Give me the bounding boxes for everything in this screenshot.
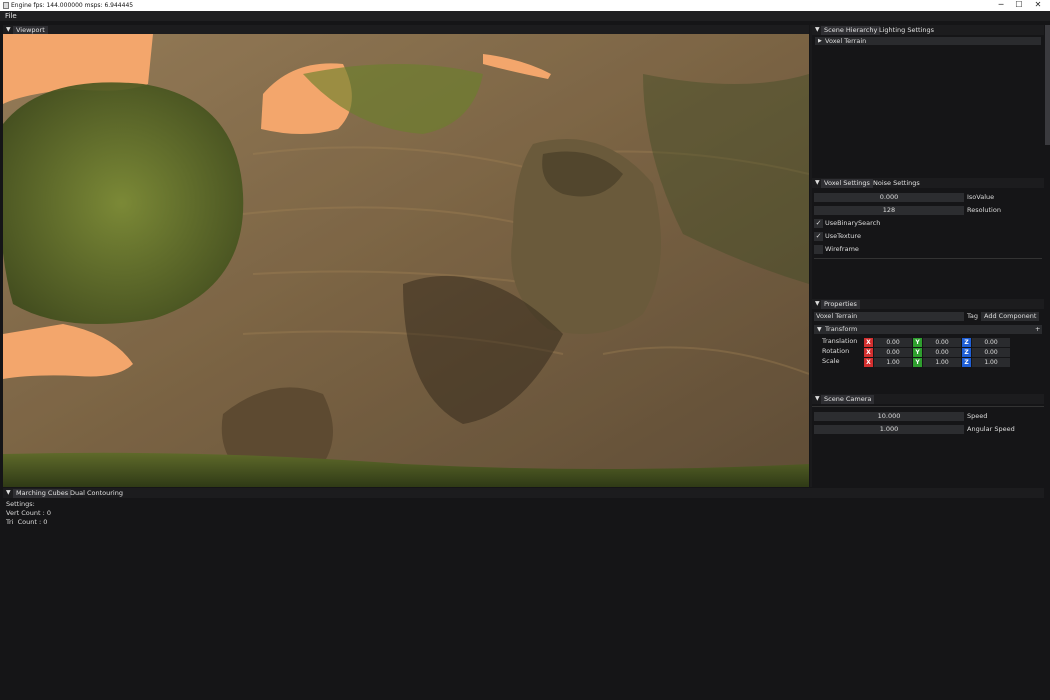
menu-bar: File bbox=[0, 11, 1050, 21]
tri-count-text: Tri Count : 0 bbox=[6, 518, 48, 526]
transform-title: Transform bbox=[825, 325, 858, 333]
hierarchy-item-voxel-terrain[interactable]: ▶ Voxel Terrain bbox=[815, 37, 1041, 45]
scale-x-button[interactable]: X bbox=[864, 358, 873, 367]
rotation-x-button[interactable]: X bbox=[864, 348, 873, 357]
transform-options-button[interactable]: + bbox=[1035, 325, 1040, 334]
tab-dual-contouring[interactable]: Dual Contouring bbox=[67, 489, 126, 498]
add-component-button[interactable]: Add Component bbox=[981, 312, 1040, 321]
maximize-icon[interactable]: ☐ bbox=[1010, 0, 1028, 11]
rotation-x-field[interactable]: 0.00 bbox=[874, 348, 912, 357]
menu-file[interactable]: File bbox=[5, 12, 17, 20]
collapse-icon[interactable]: ▼ bbox=[6, 489, 11, 496]
translation-x-button[interactable]: X bbox=[864, 338, 873, 347]
transform-header[interactable]: ▼ Transform + bbox=[814, 325, 1042, 334]
close-icon[interactable]: ✕ bbox=[1029, 0, 1047, 11]
resolution-field[interactable]: 128 bbox=[814, 206, 964, 215]
viewport-canvas[interactable] bbox=[3, 34, 809, 487]
tab-lighting-settings[interactable]: Lighting Settings bbox=[876, 26, 937, 35]
use-texture-label: UseTexture bbox=[825, 232, 861, 240]
collapse-icon[interactable]: ▼ bbox=[815, 179, 820, 186]
resolution-label: Resolution bbox=[967, 206, 1001, 214]
scale-y-button[interactable]: Y bbox=[913, 358, 922, 367]
window-title: Engine fps: 144.000000 msps: 6.944445 bbox=[11, 2, 134, 9]
tab-scene-hierarchy[interactable]: Scene Hierarchy bbox=[821, 26, 881, 35]
tab-marching-cubes[interactable]: Marching Cubes bbox=[13, 489, 72, 498]
app-icon bbox=[3, 2, 9, 9]
scale-label: Scale bbox=[822, 357, 840, 365]
scale-x-field[interactable]: 1.00 bbox=[874, 358, 912, 367]
scrollbar[interactable] bbox=[1045, 25, 1050, 145]
terrain-render bbox=[3, 34, 809, 487]
properties-header: ▼ Properties bbox=[812, 299, 1044, 309]
settings-label: Settings: bbox=[6, 500, 35, 508]
collapse-icon[interactable]: ▼ bbox=[815, 300, 820, 307]
rotation-y-button[interactable]: Y bbox=[913, 348, 922, 357]
camera-angular-speed-label: Angular Speed bbox=[967, 425, 1015, 433]
use-texture-checkbox[interactable]: ✓ bbox=[814, 232, 823, 241]
tab-scene-camera[interactable]: Scene Camera bbox=[821, 395, 875, 404]
bottom-panel-header: ▼ Marching Cubes Dual Contouring bbox=[3, 488, 1044, 498]
use-binary-search-checkbox[interactable]: ✓ bbox=[814, 219, 823, 228]
voxel-settings-header: ▼ Voxel Settings Noise Settings bbox=[812, 178, 1044, 188]
translation-y-field[interactable]: 0.00 bbox=[923, 338, 961, 347]
divider bbox=[812, 406, 1044, 407]
rotation-z-button[interactable]: Z bbox=[962, 348, 971, 357]
collapse-icon[interactable]: ▼ bbox=[815, 395, 820, 402]
hierarchy-item-label: Voxel Terrain bbox=[825, 37, 867, 45]
camera-speed-label: Speed bbox=[967, 412, 988, 420]
camera-speed-field[interactable]: 10.000 bbox=[814, 412, 964, 421]
collapse-icon[interactable]: ▼ bbox=[815, 26, 820, 33]
scene-camera-header: ▼ Scene Camera bbox=[812, 394, 1044, 404]
tab-properties[interactable]: Properties bbox=[821, 300, 860, 309]
rotation-y-field[interactable]: 0.00 bbox=[923, 348, 961, 357]
camera-angular-speed-field[interactable]: 1.000 bbox=[814, 425, 964, 434]
expand-icon[interactable]: ▶ bbox=[818, 37, 822, 45]
wireframe-label: Wireframe bbox=[825, 245, 859, 253]
translation-z-button[interactable]: Z bbox=[962, 338, 971, 347]
isovalue-field[interactable]: 0.000 bbox=[814, 193, 964, 202]
translation-z-field[interactable]: 0.00 bbox=[972, 338, 1010, 347]
translation-label: Translation bbox=[822, 337, 858, 345]
translation-y-button[interactable]: Y bbox=[913, 338, 922, 347]
wireframe-checkbox[interactable] bbox=[814, 245, 823, 254]
scale-y-field[interactable]: 1.00 bbox=[923, 358, 961, 367]
window-titlebar: Engine fps: 144.000000 msps: 6.944445 ─ … bbox=[0, 0, 1050, 11]
scene-hierarchy-panel: ▶ Voxel Terrain bbox=[812, 35, 1044, 176]
use-binary-search-label: UseBinarySearch bbox=[825, 219, 881, 227]
minimize-icon[interactable]: ─ bbox=[992, 0, 1010, 11]
rotation-z-field[interactable]: 0.00 bbox=[972, 348, 1010, 357]
vert-count-text: Vert Count : 0 bbox=[6, 509, 51, 517]
rotation-label: Rotation bbox=[822, 347, 850, 355]
divider bbox=[814, 258, 1042, 259]
translation-x-field[interactable]: 0.00 bbox=[874, 338, 912, 347]
isovalue-label: IsoValue bbox=[967, 193, 995, 201]
collapse-icon[interactable]: ▼ bbox=[817, 325, 822, 334]
tab-voxel-settings[interactable]: Voxel Settings bbox=[821, 179, 873, 188]
scale-z-field[interactable]: 1.00 bbox=[972, 358, 1010, 367]
collapse-icon[interactable]: ▼ bbox=[6, 26, 11, 33]
scale-z-button[interactable]: Z bbox=[962, 358, 971, 367]
entity-name-input[interactable]: Voxel Terrain bbox=[814, 312, 964, 321]
tag-label: Tag bbox=[967, 312, 979, 320]
tab-noise-settings[interactable]: Noise Settings bbox=[870, 179, 923, 188]
scene-hierarchy-header: ▼ Scene Hierarchy Lighting Settings bbox=[812, 25, 1044, 35]
